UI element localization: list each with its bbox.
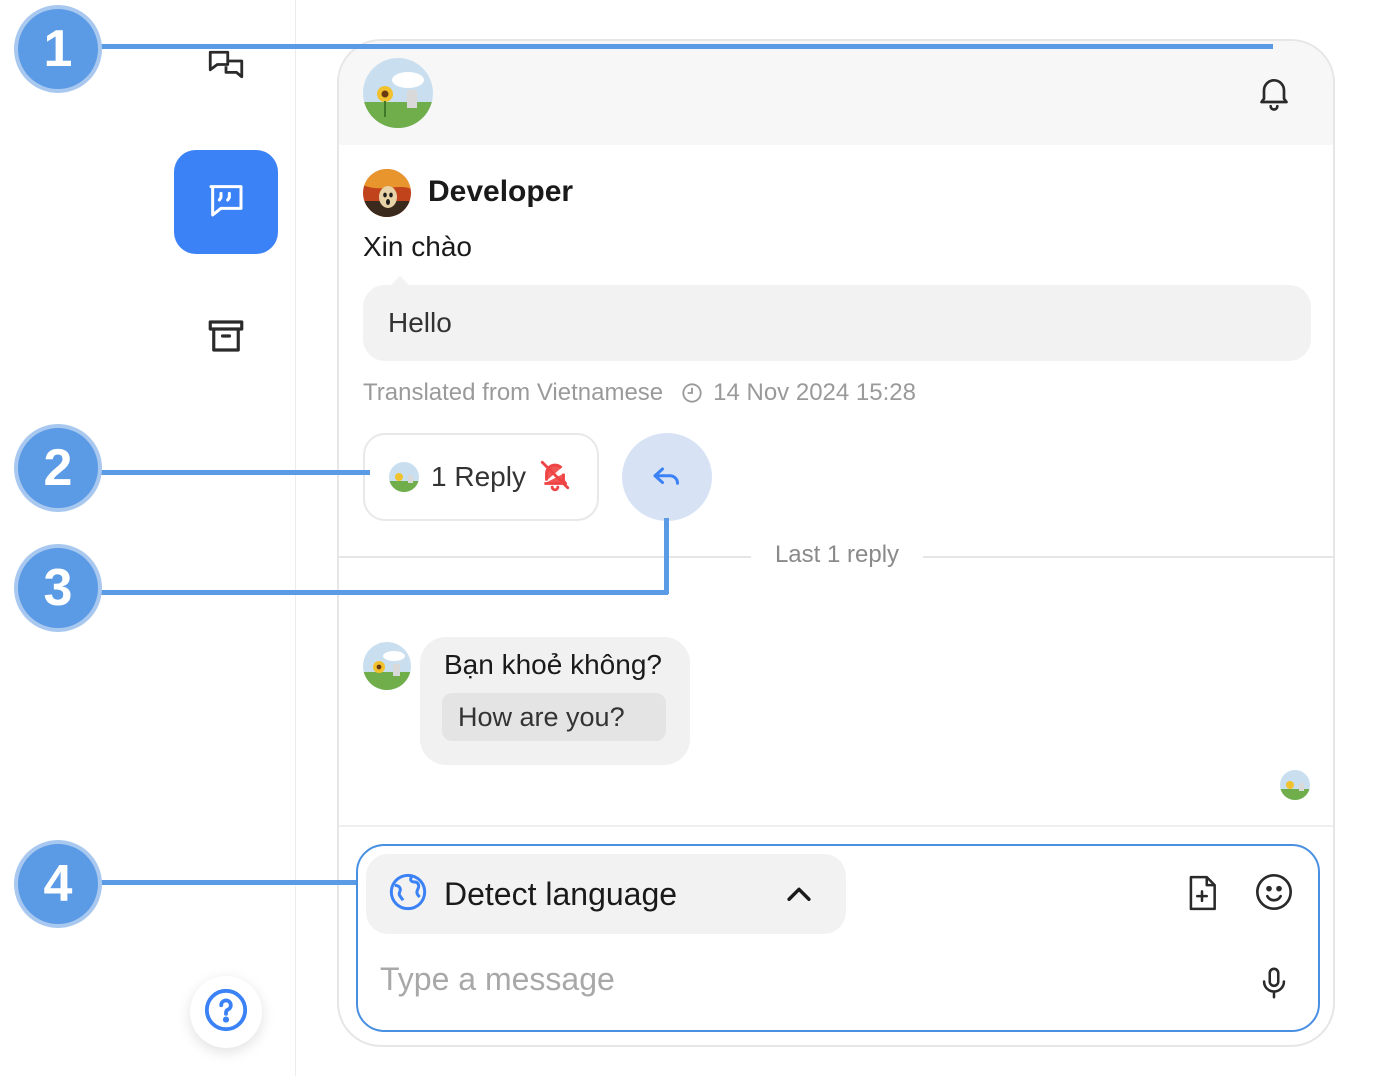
attach-file-button[interactable] <box>1182 872 1222 918</box>
globe-icon <box>388 872 428 917</box>
sidebar-item-chats[interactable] <box>174 18 278 122</box>
message-author: Developer <box>428 175 574 208</box>
sidebar-item-archive[interactable] <box>174 286 278 390</box>
thread-panel: Developer Xin chào Hello Translated from… <box>337 39 1335 1047</box>
language-label: Detect language <box>444 875 678 912</box>
app-window: Developer Xin chào Hello Translated from… <box>0 0 1376 1076</box>
reply-count: 1 Reply <box>431 461 526 492</box>
message-input[interactable] <box>380 954 1220 1004</box>
quote-bubble-icon <box>206 180 246 225</box>
callout-line-4 <box>100 880 356 885</box>
bell-off-icon <box>538 458 572 497</box>
help-button[interactable] <box>190 976 262 1048</box>
smile-icon <box>1254 872 1294 917</box>
microphone-icon <box>1257 963 1291 1008</box>
thread-replies-chip[interactable]: 1 Reply <box>363 433 599 521</box>
reply-bubble: Bạn khoẻ không? How are you? <box>420 637 690 765</box>
callout-badge-3: 3 <box>14 544 102 632</box>
callout-line-1 <box>100 44 1273 49</box>
chat-bubbles-icon <box>205 47 247 94</box>
author-avatar[interactable] <box>363 169 411 217</box>
callout-line-3-vertical <box>664 518 669 594</box>
bell-icon <box>1254 72 1294 117</box>
reply-in-thread-button[interactable] <box>622 433 712 521</box>
voice-input-button[interactable] <box>1254 962 1294 1008</box>
composer-separator <box>339 825 1333 827</box>
archive-icon <box>205 315 247 362</box>
callout-line-2 <box>100 470 370 475</box>
callout-badge-4: 4 <box>14 840 102 928</box>
emoji-button[interactable] <box>1252 872 1296 916</box>
translated-note: Translated from Vietnamese <box>363 379 664 406</box>
read-receipt-avatar <box>1280 770 1310 800</box>
callout-badge-1: 1 <box>14 5 102 93</box>
reply-text: Bạn khoẻ không? <box>444 649 662 680</box>
message-translation: Hello <box>363 276 1311 361</box>
panel-header <box>339 41 1333 145</box>
channel-avatar[interactable] <box>363 58 433 128</box>
message-composer: Detect language <box>356 844 1320 1032</box>
reply-arrow-icon <box>649 457 685 498</box>
message-timestamp: 14 Nov 2024 15:28 <box>713 379 916 406</box>
language-selector[interactable]: Detect language <box>366 854 846 934</box>
message-meta: Translated from Vietnamese 14 Nov 2024 1… <box>363 379 916 407</box>
message-text: Xin chào <box>363 231 472 262</box>
translation-text: Hello <box>388 307 452 338</box>
callout-line-3 <box>100 590 668 595</box>
reply-author-avatar[interactable] <box>363 642 411 690</box>
callout-badge-2: 2 <box>14 424 102 512</box>
sidebar-item-threads[interactable] <box>174 150 278 254</box>
notification-bell-button[interactable] <box>1251 71 1297 117</box>
question-icon <box>203 987 249 1038</box>
reply-translation: How are you? <box>442 693 666 741</box>
divider-label: Last 1 reply <box>774 541 900 568</box>
replier-avatar <box>389 462 419 492</box>
clock-icon <box>681 382 703 404</box>
chevron-up-icon <box>782 878 816 917</box>
file-add-icon <box>1183 873 1221 918</box>
